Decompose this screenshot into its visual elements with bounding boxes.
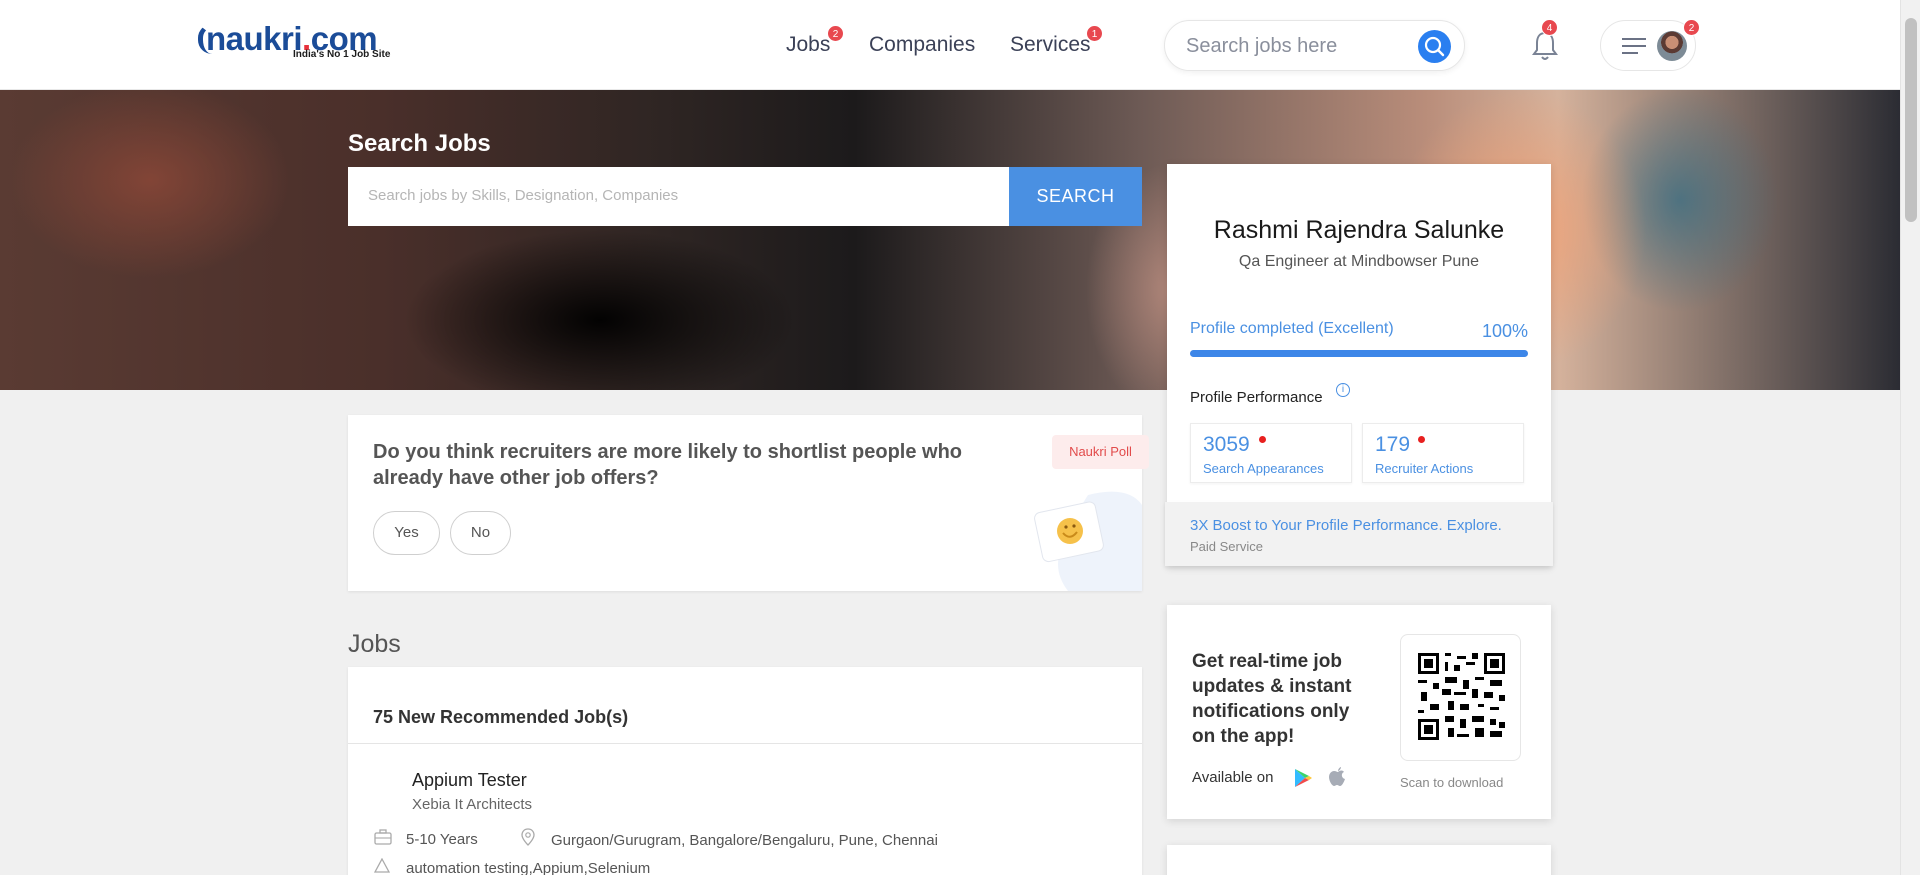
app-download-card: Get real-time job updates & instant noti… [1167,605,1551,819]
hero-banner [0,90,1900,390]
stat-label: Search Appearances [1203,461,1324,476]
naukri-logo[interactable]: naukri.com India's No 1 Job Site [198,20,393,62]
user-menu-button[interactable] [1600,20,1696,71]
divider [348,743,1142,744]
hero-search-button[interactable]: SEARCH [1009,167,1142,226]
jobs-card: 75 New Recommended Job(s) Appium Tester … [348,667,1142,875]
profile-completion-fill [1190,350,1528,357]
profile-card: Rashmi Rajendra Salunke Qa Engineer at M… [1165,164,1553,566]
jobs-heading: Jobs [348,630,401,658]
profile-completion-label: Profile completed (Excellent) [1190,320,1394,337]
job-experience: 5-10 Years [406,831,478,848]
profile-name[interactable]: Rashmi Rajendra Salunke [1167,216,1551,245]
search-icon [1424,36,1445,57]
google-play-icon[interactable] [1294,768,1312,788]
poll-question: Do you think recruiters are more likely … [373,441,963,489]
profile-title: Qa Engineer at Mindbowser Pune [1238,253,1480,270]
logo-tagline: India's No 1 Job Site [293,49,391,60]
menu-badge: 2 [1683,19,1700,36]
nav-services-badge: 1 [1086,25,1103,42]
job-location: Gurgaon/Gurugram, Bangalore/Bengaluru, P… [551,832,938,849]
top-search-input[interactable]: Search jobs here [1164,20,1465,71]
profile-boost-banner[interactable]: 3X Boost to Your Profile Performance. Ex… [1165,502,1553,566]
hero-search-input[interactable]: Search jobs by Skills, Designation, Comp… [348,167,1009,226]
poll-tag: Naukri Poll [1052,435,1149,469]
top-navbar: naukri.com India's No 1 Job Site Jobs 2 … [0,0,1900,90]
profile-performance-label: Profile Performance [1190,389,1323,406]
info-icon[interactable]: i [1336,383,1350,397]
boost-subtext: Paid Service [1190,539,1263,554]
stat-value: 3059 [1203,433,1250,456]
top-search-placeholder: Search jobs here [1186,35,1338,57]
location-pin-icon [521,828,535,846]
recommended-jobs-count[interactable]: 75 New Recommended Job(s) [373,707,628,728]
search-button[interactable] [1418,30,1451,63]
poll-yes-button[interactable]: Yes [373,511,440,555]
poll-no-button[interactable]: No [450,511,511,555]
boost-link[interactable]: 3X Boost to Your Profile Performance. Ex… [1190,517,1502,534]
apple-icon[interactable] [1328,766,1348,788]
avatar [1657,31,1687,61]
nav-jobs-badge: 2 [827,25,844,42]
nav-jobs[interactable]: Jobs [786,33,830,57]
poll-illustration-icon [1034,491,1142,591]
scan-caption: Scan to download [1400,775,1504,790]
job-skills: automation testing,Appium,Selenium [406,860,651,875]
briefcase-icon [374,829,392,845]
stat-recruiter-actions[interactable]: 179 Recruiter Actions [1362,423,1524,483]
notifications-badge: 4 [1541,19,1558,36]
stat-label: Recruiter Actions [1375,461,1474,476]
qr-code-box [1400,634,1521,761]
nav-companies[interactable]: Companies [869,33,975,57]
job-title[interactable]: Appium Tester [412,770,527,791]
naukri-poll-card: Do you think recruiters are more likely … [348,415,1149,591]
skills-tag-icon [374,858,390,873]
page-scrollbar[interactable] [1900,0,1920,875]
new-dot-icon [1259,436,1266,443]
next-card [1167,845,1551,875]
profile-completion-percent: 100% [1481,321,1528,341]
available-on-label: Available on [1192,769,1274,786]
app-promo-text: Get real-time job updates & instant noti… [1192,651,1352,747]
hero-title: Search Jobs [348,130,491,157]
new-dot-icon [1418,436,1425,443]
hamburger-icon [1622,38,1646,54]
stat-value: 179 [1375,433,1411,456]
profile-completion-bar [1190,350,1528,357]
qr-code-icon [1418,653,1505,740]
scrollbar-thumb[interactable] [1905,18,1917,222]
nav-services[interactable]: Services [1010,33,1091,57]
job-company: Xebia It Architects [412,796,533,813]
hero-search-placeholder: Search jobs by Skills, Designation, Comp… [368,187,679,204]
stat-search-appearances[interactable]: 3059 Search Appearances [1190,423,1352,483]
